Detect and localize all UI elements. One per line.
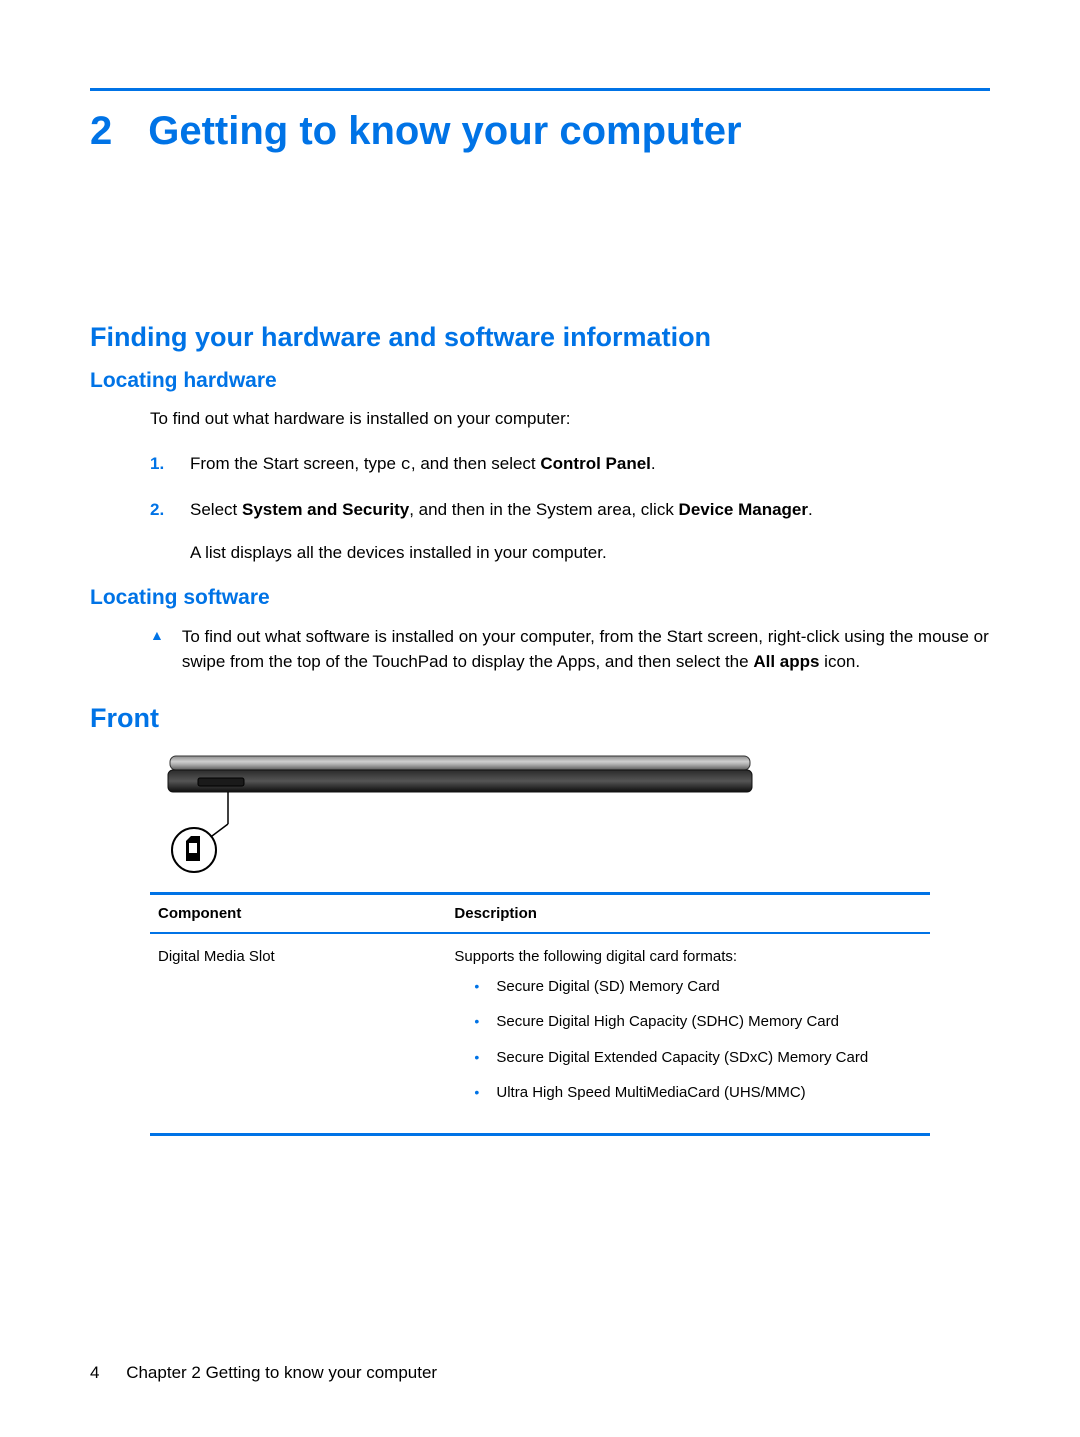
page-footer: 4 Chapter 2 Getting to know your compute… <box>90 1363 437 1383</box>
list-item: Secure Digital High Capacity (SDHC) Memo… <box>474 1012 922 1032</box>
th-description: Description <box>446 893 930 933</box>
locating-software-note: ▲ To find out what software is installed… <box>150 624 990 675</box>
note-post: icon. <box>819 652 860 671</box>
subsection-locating-hardware: Locating hardware <box>90 369 990 393</box>
table-row: Digital Media Slot Supports the followin… <box>150 933 930 1135</box>
triangle-up-icon: ▲ <box>150 627 164 644</box>
desc-intro: Supports the following digital card form… <box>454 948 737 965</box>
laptop-front-illustration <box>150 750 770 880</box>
section-front-title: Front <box>90 703 990 734</box>
footer-chapter-label: Chapter 2 Getting to know your computer <box>126 1363 437 1382</box>
step-1: From the Start screen, type c, and then … <box>150 452 990 479</box>
step1-bold: Control Panel <box>540 454 651 473</box>
list-item: Secure Digital Extended Capacity (SDxC) … <box>474 1048 922 1068</box>
step1-code: c <box>401 456 411 475</box>
th-component: Component <box>150 893 446 933</box>
chapter-number: 2 <box>90 109 112 154</box>
locating-hardware-steps: From the Start screen, type c, and then … <box>150 452 990 566</box>
cell-description: Supports the following digital card form… <box>446 933 930 1135</box>
chapter-top-rule <box>90 88 990 91</box>
step1-mid: , and then select <box>411 454 540 473</box>
step2-bold1: System and Security <box>242 500 409 519</box>
list-item: Secure Digital (SD) Memory Card <box>474 977 922 997</box>
note-pre: To find out what software is installed o… <box>182 627 989 672</box>
subsection-locating-software: Locating software <box>90 586 990 610</box>
step2-pre: Select <box>190 500 242 519</box>
step-2: Select System and Security, and then in … <box>150 498 990 565</box>
step2-mid: , and then in the System area, click <box>409 500 678 519</box>
chapter-heading: 2 Getting to know your computer <box>90 109 990 154</box>
front-figure-wrap <box>150 750 990 880</box>
cell-component: Digital Media Slot <box>150 933 446 1135</box>
note-bold: All apps <box>753 652 819 671</box>
page-number: 4 <box>90 1363 99 1383</box>
components-table: Component Description Digital Media Slot… <box>150 892 930 1136</box>
list-item: Ultra High Speed MultiMediaCard (UHS/MMC… <box>474 1083 922 1103</box>
chapter-title: Getting to know your computer <box>148 109 741 154</box>
step1-post: . <box>651 454 656 473</box>
step2-bold2: Device Manager <box>679 500 808 519</box>
step2-after: A list displays all the devices installe… <box>190 541 990 566</box>
formats-list: Secure Digital (SD) Memory Card Secure D… <box>474 977 922 1103</box>
step1-pre: From the Start screen, type <box>190 454 401 473</box>
locating-hardware-intro: To find out what hardware is installed o… <box>150 407 990 432</box>
section-finding-title: Finding your hardware and software infor… <box>90 322 990 353</box>
step2-post: . <box>808 500 813 519</box>
